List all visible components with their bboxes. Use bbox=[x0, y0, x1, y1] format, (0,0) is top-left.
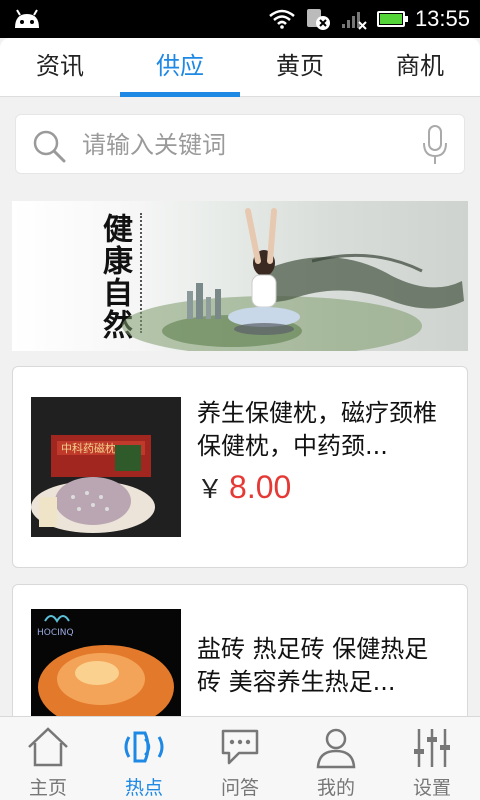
banner-illustration bbox=[122, 208, 464, 351]
wifi-icon bbox=[269, 9, 295, 29]
search-input[interactable] bbox=[82, 125, 402, 165]
bottom-nav: 主页 热点 问答 我的 设置 bbox=[0, 716, 480, 800]
nav-settings[interactable]: 设置 bbox=[384, 717, 480, 800]
microphone-icon[interactable] bbox=[422, 125, 448, 165]
nav-mine[interactable]: 我的 bbox=[288, 717, 384, 800]
product-card[interactable]: 中科药磁枕 养生保健枕，磁疗颈椎保健枕，中药颈... ￥ 8.00 bbox=[12, 366, 468, 568]
nav-label: 问答 bbox=[220, 777, 259, 799]
search-icon bbox=[33, 130, 66, 163]
nav-label: 主页 bbox=[28, 777, 67, 799]
currency-symbol: ￥ bbox=[197, 474, 224, 504]
nav-qa[interactable]: 问答 bbox=[192, 717, 288, 800]
tab-news[interactable]: 资讯 bbox=[0, 38, 120, 96]
status-bar: 13:55 bbox=[0, 0, 480, 38]
chat-icon bbox=[221, 729, 259, 765]
product-title: 盐砖 热足砖 保健热足砖 美容养生热足... bbox=[197, 635, 429, 696]
sim-blocked-icon bbox=[306, 9, 330, 30]
search-bar bbox=[15, 114, 465, 174]
promo-banner[interactable]: 健康自然 bbox=[12, 201, 468, 351]
signal-icon bbox=[341, 12, 367, 30]
product-title: 养生保健枕，磁疗颈椎保健枕，中药颈... bbox=[197, 399, 437, 460]
product-price: ￥ 8.00 bbox=[197, 469, 291, 506]
tab-opportunities[interactable]: 商机 bbox=[360, 38, 480, 96]
android-icon bbox=[15, 9, 39, 28]
sliders-icon bbox=[414, 729, 450, 767]
battery-icon bbox=[376, 11, 408, 27]
nav-home[interactable]: 主页 bbox=[0, 717, 96, 800]
svg-text:HOCINQ: HOCINQ bbox=[37, 628, 74, 638]
clock: 13:55 bbox=[414, 6, 470, 31]
product-image: HOCINQ bbox=[31, 609, 181, 719]
nav-label: 设置 bbox=[412, 777, 451, 799]
user-icon bbox=[316, 728, 356, 769]
product-image: 中科药磁枕 bbox=[31, 397, 181, 537]
nav-label: 热点 bbox=[124, 777, 163, 799]
nav-label: 我的 bbox=[316, 777, 355, 799]
home-icon bbox=[28, 727, 68, 767]
tab-supply[interactable]: 供应 bbox=[120, 38, 240, 97]
broadcast-icon bbox=[124, 731, 164, 763]
top-tabs: 资讯 供应 黄页 商机 bbox=[0, 38, 480, 97]
tab-yellow-pages[interactable]: 黄页 bbox=[240, 38, 360, 96]
svg-text:中科药磁枕: 中科药磁枕 bbox=[61, 441, 116, 455]
price-value: 8.00 bbox=[229, 469, 292, 505]
nav-hot[interactable]: 热点 bbox=[96, 717, 192, 800]
